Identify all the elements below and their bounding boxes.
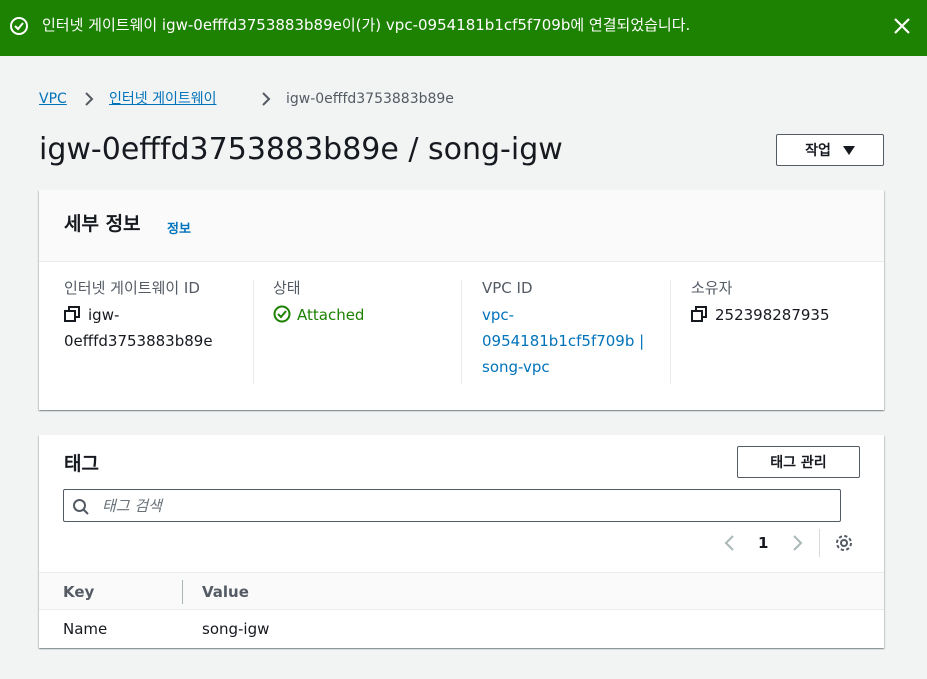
tag-search-field[interactable]	[63, 489, 841, 522]
check-circle-icon	[273, 305, 291, 323]
pagination-divider	[819, 529, 820, 557]
vpc-id-link-part1[interactable]: vpc-	[482, 302, 644, 328]
vpc-id-field: VPC ID vpc- 0954181b1cf5f709b | song-vpc	[482, 278, 644, 380]
tags-table-header: Key Value	[39, 572, 884, 610]
copy-icon[interactable]	[64, 306, 80, 322]
vpc-name-link[interactable]: song-vpc	[482, 354, 644, 380]
igw-id-label: 인터넷 게이트웨이 ID	[64, 279, 200, 297]
state-field: 상태 Attached	[273, 278, 364, 328]
column-resizer[interactable]	[182, 580, 183, 604]
igw-id-value-part1: igw-	[88, 306, 120, 324]
column-header-value[interactable]: Value	[202, 582, 249, 602]
manage-tags-button[interactable]: 태그 관리	[737, 446, 860, 478]
actions-button-label: 작업	[805, 143, 831, 159]
owner-value: 252398287935	[715, 306, 830, 324]
column-divider	[461, 280, 462, 384]
owner-field: 소유자 252398287935	[691, 278, 830, 328]
page-number[interactable]: 1	[758, 533, 768, 553]
page-title: igw-0efffd3753883b89e / song-igw	[39, 132, 563, 167]
actions-dropdown-button[interactable]: 작업	[776, 134, 884, 166]
chevron-right-icon[interactable]	[789, 533, 805, 553]
chevron-left-icon[interactable]	[722, 533, 738, 553]
tag-search-input[interactable]	[102, 493, 822, 518]
details-panel: 세부 정보 정보 인터넷 게이트웨이 ID igw- 0efffd3753883…	[39, 190, 884, 410]
igw-id-field: 인터넷 게이트웨이 ID igw- 0efffd3753883b89e	[64, 278, 213, 354]
vpc-id-link-part2[interactable]: 0954181b1cf5f709b |	[482, 328, 644, 354]
caret-down-icon	[842, 145, 855, 155]
search-icon	[73, 499, 89, 515]
igw-id-value-part2: 0efffd3753883b89e	[64, 332, 213, 350]
owner-label: 소유자	[691, 279, 733, 297]
chevron-right-icon	[85, 92, 94, 106]
column-header-key[interactable]: Key	[63, 582, 94, 602]
state-value: Attached	[297, 306, 365, 324]
breadcrumb-current: igw-0efffd3753883b89e	[286, 91, 454, 107]
check-circle-icon	[10, 17, 28, 35]
copy-icon[interactable]	[691, 306, 707, 322]
info-link[interactable]: 정보	[167, 218, 191, 237]
close-icon[interactable]	[892, 16, 912, 36]
details-header: 세부 정보 정보	[39, 190, 884, 262]
column-divider	[670, 280, 671, 384]
state-label: 상태	[273, 279, 301, 297]
breadcrumb-vpc-link[interactable]: VPC	[39, 89, 67, 109]
tags-heading: 태그	[64, 453, 99, 475]
success-flash-banner: 인터넷 게이트웨이 igw-0efffd3753883b89e이(가) vpc-…	[0, 0, 927, 56]
gear-icon[interactable]	[834, 533, 854, 553]
chevron-right-icon	[262, 92, 271, 106]
breadcrumb-igw-link[interactable]: 인터넷 게이트웨이	[109, 89, 217, 109]
tag-value-cell: song-igw	[202, 620, 270, 638]
vpc-id-label: VPC ID	[482, 279, 533, 297]
tag-key-cell: Name	[63, 620, 108, 638]
flash-message: 인터넷 게이트웨이 igw-0efffd3753883b89e이(가) vpc-…	[42, 16, 691, 34]
details-heading: 세부 정보	[64, 213, 141, 235]
column-divider	[253, 280, 254, 384]
